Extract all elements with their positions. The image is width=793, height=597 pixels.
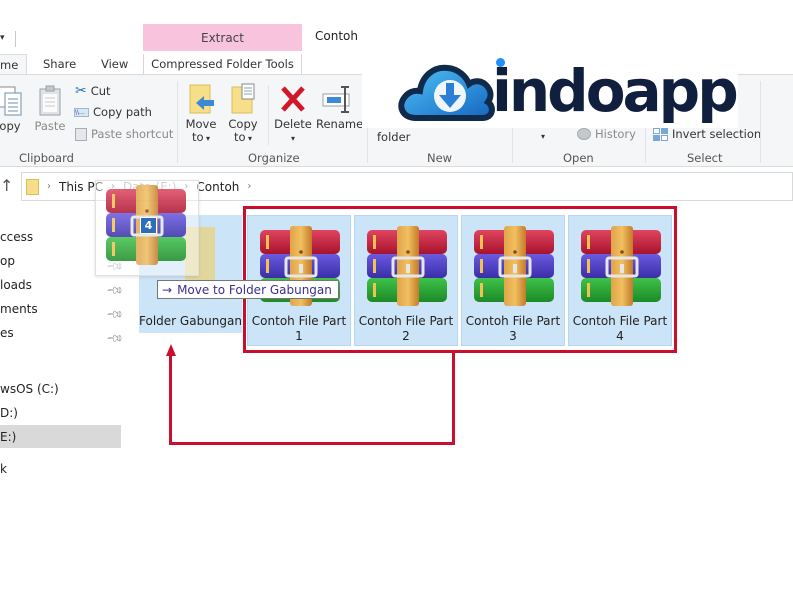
breadcrumb-contoh[interactable]: Contoh — [196, 180, 239, 194]
copy-icon — [0, 86, 22, 116]
paste-shortcut-icon — [75, 127, 87, 141]
copy-to-label-1: Copy — [228, 117, 258, 131]
annotation-line — [452, 353, 455, 445]
cut-button[interactable]: ✂ Cut — [75, 83, 111, 99]
copy-path-button[interactable]: \\... Copy path — [74, 105, 152, 119]
sidebar-item-desktop[interactable]: op — [0, 254, 15, 268]
logo-text: indoapp — [492, 57, 739, 125]
paste-shortcut-button[interactable]: Paste shortcut — [75, 127, 173, 141]
new-folder-button[interactable]: folder — [377, 130, 410, 144]
delete-label: Delete — [274, 117, 312, 131]
scissors-icon: ✂ — [75, 83, 87, 99]
paste-button[interactable]: Paste — [34, 85, 66, 133]
move-to-tooltip: → Move to Folder Gabungan — [157, 280, 339, 299]
history-icon — [577, 128, 591, 140]
copy-path-label: Copy path — [93, 105, 152, 119]
tab-view[interactable]: View — [101, 54, 128, 74]
folder-icon — [26, 178, 39, 195]
folder-name: Folder Gabungan — [139, 314, 242, 328]
move-to-label-2: to — [191, 130, 204, 144]
invert-selection-button[interactable]: Invert selection — [653, 127, 761, 141]
paste-shortcut-label: Paste shortcut — [91, 127, 174, 141]
indoapp-logo: indoapp — [362, 56, 739, 128]
copy-button[interactable]: opy — [0, 85, 26, 133]
open-dropdown-caret-icon[interactable]: ▾ — [541, 132, 545, 141]
history-button[interactable]: History — [577, 127, 636, 141]
paste-clipboard-icon — [39, 85, 61, 116]
clipboard-group-label: Clipboard — [19, 151, 74, 165]
group-separator — [177, 81, 178, 163]
sidebar-item-drive-d[interactable]: D:) — [0, 406, 18, 420]
tab-compressed-folder-tools[interactable]: Compressed Folder Tools — [143, 54, 302, 74]
group-separator — [760, 81, 761, 163]
sidebar-item-pictures[interactable]: es — [0, 326, 14, 340]
rename-button[interactable]: Rename — [316, 83, 364, 131]
select-group-label: Select — [687, 151, 723, 165]
cut-label: Cut — [90, 84, 111, 98]
new-group-label: New — [427, 151, 453, 165]
chevron-right-icon: › — [247, 181, 252, 192]
sidebar-item-quick-access[interactable]: ccess — [0, 230, 33, 244]
pin-icon[interactable]: 📌︎ — [105, 329, 124, 348]
history-label: History — [595, 127, 636, 141]
invert-selection-icon — [653, 127, 668, 141]
sidebar-item-downloads[interactable]: loads — [0, 278, 32, 292]
chevron-right-icon: › — [47, 181, 51, 192]
move-to-caret-icon: ▾ — [203, 134, 211, 143]
sidebar-item-drive-e[interactable]: E:) — [0, 430, 16, 444]
drag-preview[interactable]: 4 — [95, 180, 199, 276]
organize-group-label: Organize — [248, 151, 300, 165]
copy-to-label-2: to — [233, 130, 246, 144]
annotation-line — [169, 354, 172, 445]
open-group-label: Open — [563, 151, 594, 165]
annotation-arrowhead-icon — [166, 344, 176, 356]
window-title: Contoh — [315, 29, 358, 43]
paste-label: Paste — [34, 119, 66, 133]
sidebar-item-windows-c[interactable]: wsOS (C:) — [0, 382, 59, 396]
pin-icon[interactable]: 📌︎ — [105, 305, 124, 324]
context-tab-header-label: Extract — [201, 31, 244, 45]
delete-caret-icon: ▾ — [290, 134, 295, 143]
context-tab-header-extract: Extract — [143, 24, 302, 51]
copy-path-icon: \\... — [74, 107, 89, 117]
copy-to-folder-icon — [231, 83, 255, 114]
sidebar-item-network[interactable]: k — [0, 462, 7, 476]
invert-selection-label: Invert selection — [672, 127, 762, 141]
tab-share[interactable]: Share — [43, 54, 76, 74]
rename-icon — [322, 86, 350, 113]
move-to-label-1: Move — [185, 117, 217, 131]
up-arrow-icon[interactable]: ↑ — [0, 176, 13, 195]
sidebar-selection-highlight — [0, 425, 121, 448]
pin-icon[interactable]: 📌︎ — [105, 281, 124, 300]
qat-separator — [15, 31, 16, 47]
drag-item-count-badge: 4 — [140, 217, 157, 234]
move-to-folder-icon — [189, 84, 214, 114]
move-to-button[interactable]: Move to ▾ — [184, 83, 218, 145]
delete-button[interactable]: Delete ▾ — [274, 83, 312, 145]
copy-to-button[interactable]: Copy to ▾ — [226, 83, 260, 145]
sidebar-item-documents[interactable]: ments — [0, 302, 38, 316]
copy-label: opy — [0, 119, 21, 133]
group-separator — [268, 85, 269, 145]
rename-label: Rename — [316, 117, 364, 131]
new-folder-label: folder — [377, 130, 411, 144]
copy-to-caret-icon: ▾ — [245, 134, 253, 143]
arrow-right-icon: → — [162, 282, 173, 297]
quick-access-dropdown-icon[interactable]: ▾ — [0, 33, 5, 43]
tab-home[interactable]: me — [0, 54, 27, 74]
move-to-tooltip-text: Move to Folder Gabungan — [177, 282, 332, 297]
delete-x-icon — [281, 86, 305, 112]
annotation-line — [169, 442, 455, 445]
